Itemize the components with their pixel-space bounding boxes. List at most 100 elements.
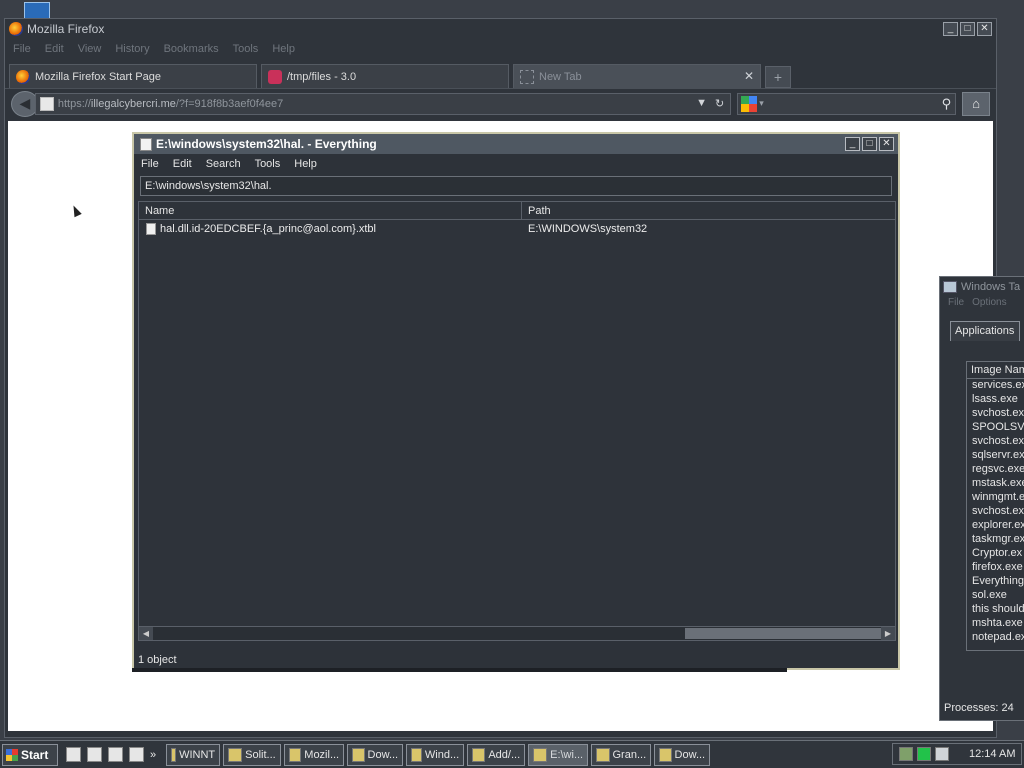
menu-view[interactable]: View (78, 43, 102, 55)
menu-help[interactable]: Help (294, 158, 317, 170)
task-label: E:\wi... (550, 748, 584, 761)
process-row[interactable]: regsvc.exe (967, 463, 1024, 477)
home-button[interactable]: ⌂ (962, 91, 990, 116)
search-bar[interactable]: ▾ ⚲ (737, 92, 957, 115)
mouse-cursor-icon (67, 201, 85, 221)
reload-icon[interactable]: ↻ (715, 97, 724, 110)
url-host: illegalcybercri.me (90, 97, 176, 110)
url-dropdown-icon[interactable]: ▼ (696, 97, 707, 110)
process-row[interactable]: SPOOLSV.E (967, 421, 1024, 435)
menu-file[interactable]: File (13, 43, 31, 55)
minimize-button[interactable]: _ (943, 22, 958, 36)
taskbar-task-button[interactable]: Mozil... (284, 743, 345, 766)
menu-file[interactable]: File (948, 297, 964, 313)
bug-favicon-icon (268, 69, 282, 84)
tab-strip: Mozilla Firefox Start Page /tmp/files - … (5, 62, 996, 88)
taskbar-task-button[interactable]: Dow... (654, 743, 711, 766)
menu-file[interactable]: File (141, 158, 159, 170)
menu-tools[interactable]: Tools (255, 158, 281, 170)
system-tray: 12:14 AM (892, 743, 1022, 765)
process-row[interactable]: Cryptor.ex (967, 547, 1024, 561)
close-button[interactable]: ✕ (977, 22, 992, 36)
task-label: Wind... (424, 748, 460, 761)
process-row[interactable]: notepad.ex (967, 631, 1024, 645)
scroll-left-icon[interactable]: ◀ (139, 627, 153, 640)
quicklaunch-app-icon[interactable] (108, 747, 123, 762)
tab-label: New Tab (539, 70, 582, 83)
status-icon[interactable] (917, 747, 931, 761)
process-row[interactable]: sqlservr.ex (967, 449, 1024, 463)
scroll-right-icon[interactable]: ▶ (881, 627, 895, 640)
minimize-button[interactable]: _ (845, 137, 860, 151)
network-icon[interactable] (899, 747, 913, 761)
results-list[interactable]: Name Path hal.dll.id-20EDCBEF.{a_princ@a… (138, 201, 896, 641)
tab-tmp-files[interactable]: /tmp/files - 3.0 (261, 64, 509, 88)
menu-edit[interactable]: Edit (45, 43, 64, 55)
task-manager-icon (943, 281, 957, 293)
new-tab-button[interactable]: + (765, 66, 791, 88)
column-path[interactable]: Path (522, 202, 895, 219)
menu-bookmarks[interactable]: Bookmarks (164, 43, 219, 55)
quicklaunch-app-icon[interactable] (87, 747, 102, 762)
column-image-name[interactable]: Image Nam (967, 362, 1024, 379)
scrollbar-thumb[interactable] (685, 628, 881, 639)
taskbar-task-button[interactable]: Solit... (223, 743, 282, 766)
task-manager-title: Windows Ta (961, 281, 1021, 293)
menu-help[interactable]: Help (272, 43, 295, 55)
search-input[interactable]: E:\windows\system32\hal. (140, 176, 892, 196)
process-row[interactable]: this should (967, 603, 1024, 617)
horizontal-scrollbar[interactable]: ◀ ▶ (139, 626, 895, 640)
google-engine-icon[interactable] (741, 95, 758, 112)
taskbar-task-button[interactable]: Add/... (467, 743, 526, 766)
taskbar-task-button[interactable]: Wind... (406, 743, 465, 766)
process-row[interactable]: winmgmt.e (967, 491, 1024, 505)
process-list[interactable]: Image Nam services.ex lsass.exe svchost.ex… (966, 361, 1024, 651)
engine-dropdown-icon[interactable]: ▾ (759, 98, 764, 109)
process-row[interactable]: lsass.exe (967, 393, 1024, 407)
taskbar-task-button[interactable]: E:\wi... (528, 743, 589, 766)
process-row[interactable]: taskmgr.ex (967, 533, 1024, 547)
process-row[interactable]: svchost.ex (967, 407, 1024, 421)
start-button[interactable]: Start (2, 743, 58, 766)
tab-start-page[interactable]: Mozilla Firefox Start Page (9, 64, 257, 88)
blank-page-icon (520, 69, 534, 84)
column-name[interactable]: Name (139, 202, 522, 219)
taskbar-task-button[interactable]: WINNT (166, 743, 221, 766)
process-row[interactable]: Everything (967, 575, 1024, 589)
taskbar-task-button[interactable]: Dow... (347, 743, 404, 766)
everything-title: E:\windows\system32\hal. - Everything (156, 137, 377, 151)
quicklaunch-app-icon[interactable] (129, 747, 144, 762)
tab-new-tab[interactable]: New Tab ✕ (513, 64, 761, 88)
maximize-button[interactable]: □ (960, 22, 975, 36)
quicklaunch-app-icon[interactable] (66, 747, 81, 762)
process-row[interactable]: mshta.exe (967, 617, 1024, 631)
url-bar[interactable]: https:// illegalcybercri.me /?f=918f8b3a… (34, 92, 732, 115)
menu-search[interactable]: Search (206, 158, 241, 170)
result-row[interactable]: hal.dll.id-20EDCBEF.{a_princ@aol.com}.xt… (139, 220, 895, 237)
site-identity-icon[interactable] (39, 96, 54, 111)
process-row[interactable]: explorer.ex (967, 519, 1024, 533)
maximize-button[interactable]: □ (862, 137, 877, 151)
close-button[interactable]: ✕ (879, 137, 894, 151)
menu-history[interactable]: History (115, 43, 149, 55)
tab-applications[interactable]: Applications (950, 321, 1020, 341)
menu-options[interactable]: Options (972, 297, 1006, 313)
status-bar: 1 object (138, 654, 177, 666)
process-row[interactable]: services.ex (967, 379, 1024, 393)
taskbar-task-button[interactable]: Gran... (591, 743, 652, 766)
volume-icon[interactable] (935, 747, 949, 761)
search-icon[interactable]: ⚲ (942, 96, 952, 112)
task-app-icon (171, 747, 177, 762)
task-manager-titlebar: Windows Ta (940, 277, 1024, 297)
menu-edit[interactable]: Edit (173, 158, 192, 170)
quicklaunch-more-icon[interactable]: » (150, 749, 156, 761)
task-app-icon (352, 747, 365, 762)
process-row[interactable]: mstask.exe (967, 477, 1024, 491)
process-row[interactable]: svchost.ex (967, 505, 1024, 519)
process-row[interactable]: firefox.exe (967, 561, 1024, 575)
task-app-icon (228, 747, 243, 762)
process-row[interactable]: svchost.ex (967, 435, 1024, 449)
tab-close-icon[interactable]: ✕ (744, 69, 754, 83)
menu-tools[interactable]: Tools (233, 43, 259, 55)
process-row[interactable]: sol.exe (967, 589, 1024, 603)
